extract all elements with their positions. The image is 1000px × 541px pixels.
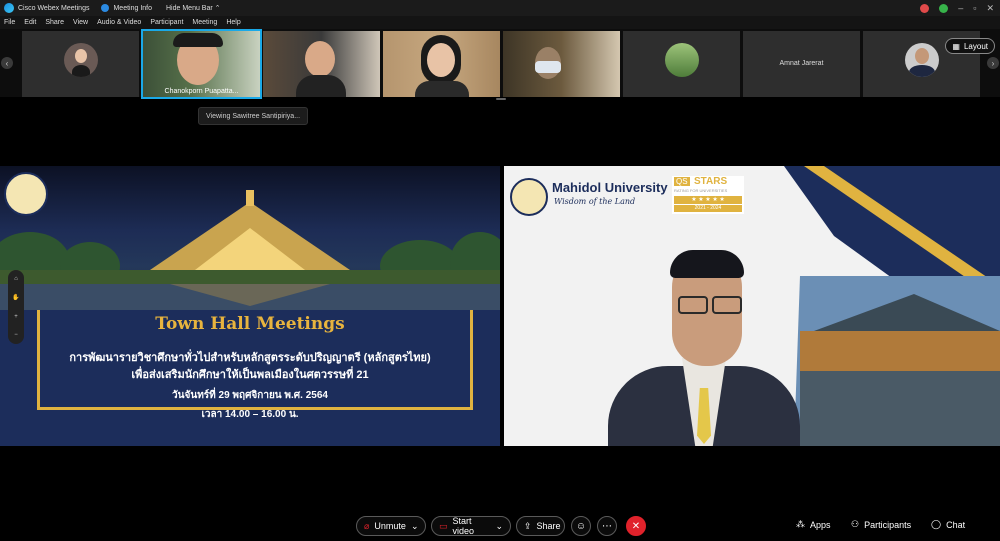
fit-icon[interactable]: ⌂ [14,276,18,282]
status-badge-green [939,3,949,13]
more-options-button[interactable]: ⋯ [597,516,617,536]
chat-button[interactable]: ◯ Chat [931,519,965,530]
participants-icon: ⚇ [851,519,860,529]
chat-icon: ◯ [931,519,942,529]
participant-tile-active-speaker[interactable]: Chanokporn Puapatta... [141,29,262,99]
participants-button[interactable]: ⚇ Participants [851,519,911,530]
close-icon: ✕ [631,520,641,532]
mic-muted-icon: ⌀ [364,520,370,531]
share-button[interactable]: ⇪ Share [516,516,565,536]
control-bar: ⌀ Unmute ⌄ ▭ Start video ⌄ ⇪ Share ☺ ⋯ ✕… [0,513,1000,541]
menu-bar: File Edit Share View Audio & Video Parti… [0,16,1000,29]
resize-handle[interactable] [496,98,506,100]
face-mask [535,61,561,73]
avatar [905,43,939,77]
speaker-hair [670,250,744,278]
slide-title: Town Hall Meetings [155,314,345,334]
chevron-left-icon: ‹ [5,58,9,68]
smiley-icon: ☺ [575,520,587,532]
participant-tile-4[interactable] [383,31,500,97]
slide-photo [0,166,500,310]
grid-icon: ▦ [952,41,960,51]
chevron-right-icon: › [991,58,995,68]
close-icon[interactable]: ✕ [986,3,994,14]
window-controls: – ▫ ✕ [920,0,994,16]
zoom-in-icon[interactable]: + [14,314,18,320]
slide-date: วันจันทร์ที่ 29 พฤศจิกายน พ.ศ. 2564 [172,390,328,401]
meeting-info-button[interactable]: Meeting Info [101,4,152,12]
info-icon [101,4,110,12]
avatar [665,43,699,77]
slide-time: เวลา 14.00 – 16.00 น. [201,409,299,420]
hide-menu-bar-button[interactable]: Hide Menu Bar ⌃ [166,4,221,12]
menu-view[interactable]: View [73,19,88,26]
layout-button[interactable]: ▦ Layout [945,38,995,54]
reactions-button[interactable]: ☺ [571,516,591,536]
menu-help[interactable]: Help [226,19,240,26]
speaker-video: Mahidol University Wisdom of the Land QS… [504,166,1000,446]
zoom-out-icon[interactable]: − [14,332,18,338]
chevron-down-icon: ⌄ [410,520,419,531]
participant-name: Chanokporn Puapatta... [164,88,239,95]
shared-content: Town Hall Meetings การพัฒนารายวิชาศึกษาท… [0,166,500,446]
chevron-down-icon: ⌄ [495,520,503,531]
title-bar: Cisco Webex Meetings Meeting Info Hide M… [0,0,1000,16]
glasses-right [712,296,742,314]
start-video-button[interactable]: ▭ Start video ⌄ [431,516,511,536]
avatar [64,43,98,77]
scroll-right-button[interactable]: › [987,57,999,69]
maximize-icon[interactable]: ▫ [973,3,976,13]
participant-tile-video-off[interactable]: Amnat Jarerat [743,31,860,97]
participant-tile-1[interactable] [22,31,139,97]
menu-share[interactable]: Share [45,19,64,26]
menu-participant[interactable]: Participant [150,19,183,26]
menu-edit[interactable]: Edit [24,19,36,26]
university-tagline: Wisdom of the Land [554,197,636,206]
app-title: Cisco Webex Meetings [0,3,89,13]
star-rating: ★ ★ ★ ★ ★ [674,196,742,204]
unmute-button[interactable]: ⌀ Unmute ⌄ [356,516,426,536]
glasses-left [678,296,708,314]
building-illustration [0,190,500,310]
viewing-label: Viewing Sawitree Santipiriya... [198,107,309,125]
menu-file[interactable]: File [4,19,15,26]
qs-stars-badge: QS STARS RATING FOR UNIVERSITIES ★ ★ ★ ★… [672,176,744,214]
apps-icon: ⁂ [796,519,805,529]
mahidol-seal-icon [4,172,48,216]
scroll-left-button[interactable]: ‹ [1,57,13,69]
minimize-icon[interactable]: – [958,3,963,13]
status-badge-red [920,3,930,13]
apps-button[interactable]: ⁂ Apps [796,519,831,530]
participant-tile-6[interactable] [623,31,740,97]
participant-video [305,41,335,77]
participant-tile-5[interactable] [503,31,620,97]
menu-meeting[interactable]: Meeting [192,19,217,26]
hair-shape [173,33,223,47]
menu-audio-video[interactable]: Audio & Video [97,19,141,26]
chevron-up-icon: ⌃ [214,5,221,12]
participant-video [427,43,455,77]
video-off-icon: ▭ [439,520,448,531]
slide-subtitle-1: การพัฒนารายวิชาศึกษาทั่วไปสำหรับหลักสูตร… [69,352,431,364]
participant-tile-3[interactable] [263,31,380,97]
participant-name: Amnat Jarerat [779,60,824,67]
share-icon: ⇪ [524,520,532,531]
leave-meeting-button[interactable]: ✕ [626,516,646,536]
participant-strip: ‹ Chanokporn Puapatta... Amnat Jarerat ▦… [0,29,1000,99]
webex-logo-icon [4,3,14,13]
university-name: Mahidol University [552,180,668,195]
slide-subtitle-2: เพื่อส่งเสริมนักศึกษาให้เป็นพลเมืองในศตว… [131,369,369,381]
zoom-toolbar: ⌂ ✋ + − [8,270,24,344]
hand-icon[interactable]: ✋ [12,294,19,301]
mahidol-seal-icon [510,178,548,216]
more-icon: ⋯ [602,520,612,532]
